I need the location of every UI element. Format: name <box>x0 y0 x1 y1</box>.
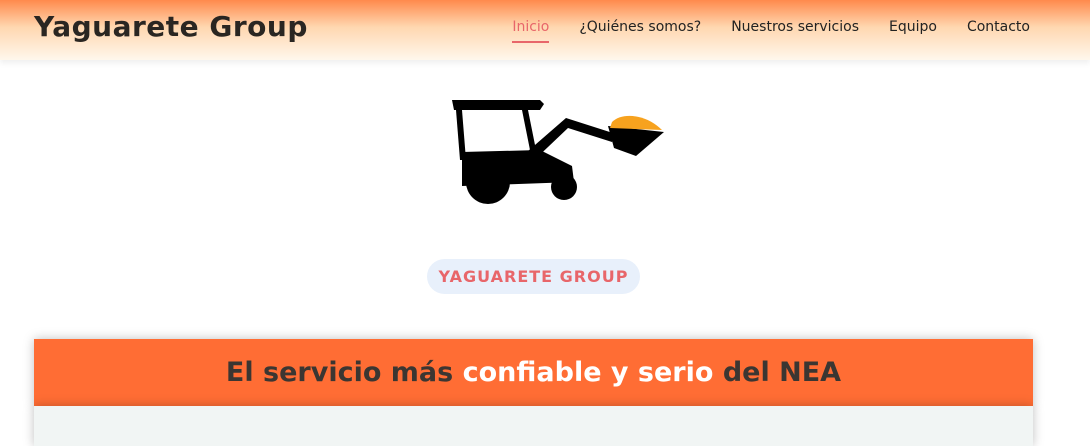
banner-text-highlight: confiable y serio <box>462 357 714 388</box>
banner-text-part3: del NEA <box>713 357 842 388</box>
banner-text-part1: El servicio más <box>225 357 463 388</box>
brand-badge: YAGUARETE GROUP <box>427 259 640 294</box>
nav-link-quienes-somos[interactable]: ¿Quiénes somos? <box>579 19 701 43</box>
nav-link-nuestros-servicios[interactable]: Nuestros servicios <box>731 19 859 43</box>
brand-logo-text[interactable]: Yaguarete Group <box>34 10 308 43</box>
loader-tractor-icon <box>452 100 664 204</box>
nav-link-equipo[interactable]: Equipo <box>889 19 937 43</box>
nav-link-contacto[interactable]: Contacto <box>967 19 1030 43</box>
hero-banner: El servicio más confiable y serio del NE… <box>34 339 1033 406</box>
top-navbar: Yaguarete Group Inicio ¿Quiénes somos? N… <box>0 0 1090 60</box>
main-nav: Inicio ¿Quiénes somos? Nuestros servicio… <box>482 19 1030 43</box>
content-panel <box>34 406 1033 446</box>
nav-link-inicio[interactable]: Inicio <box>512 19 550 43</box>
